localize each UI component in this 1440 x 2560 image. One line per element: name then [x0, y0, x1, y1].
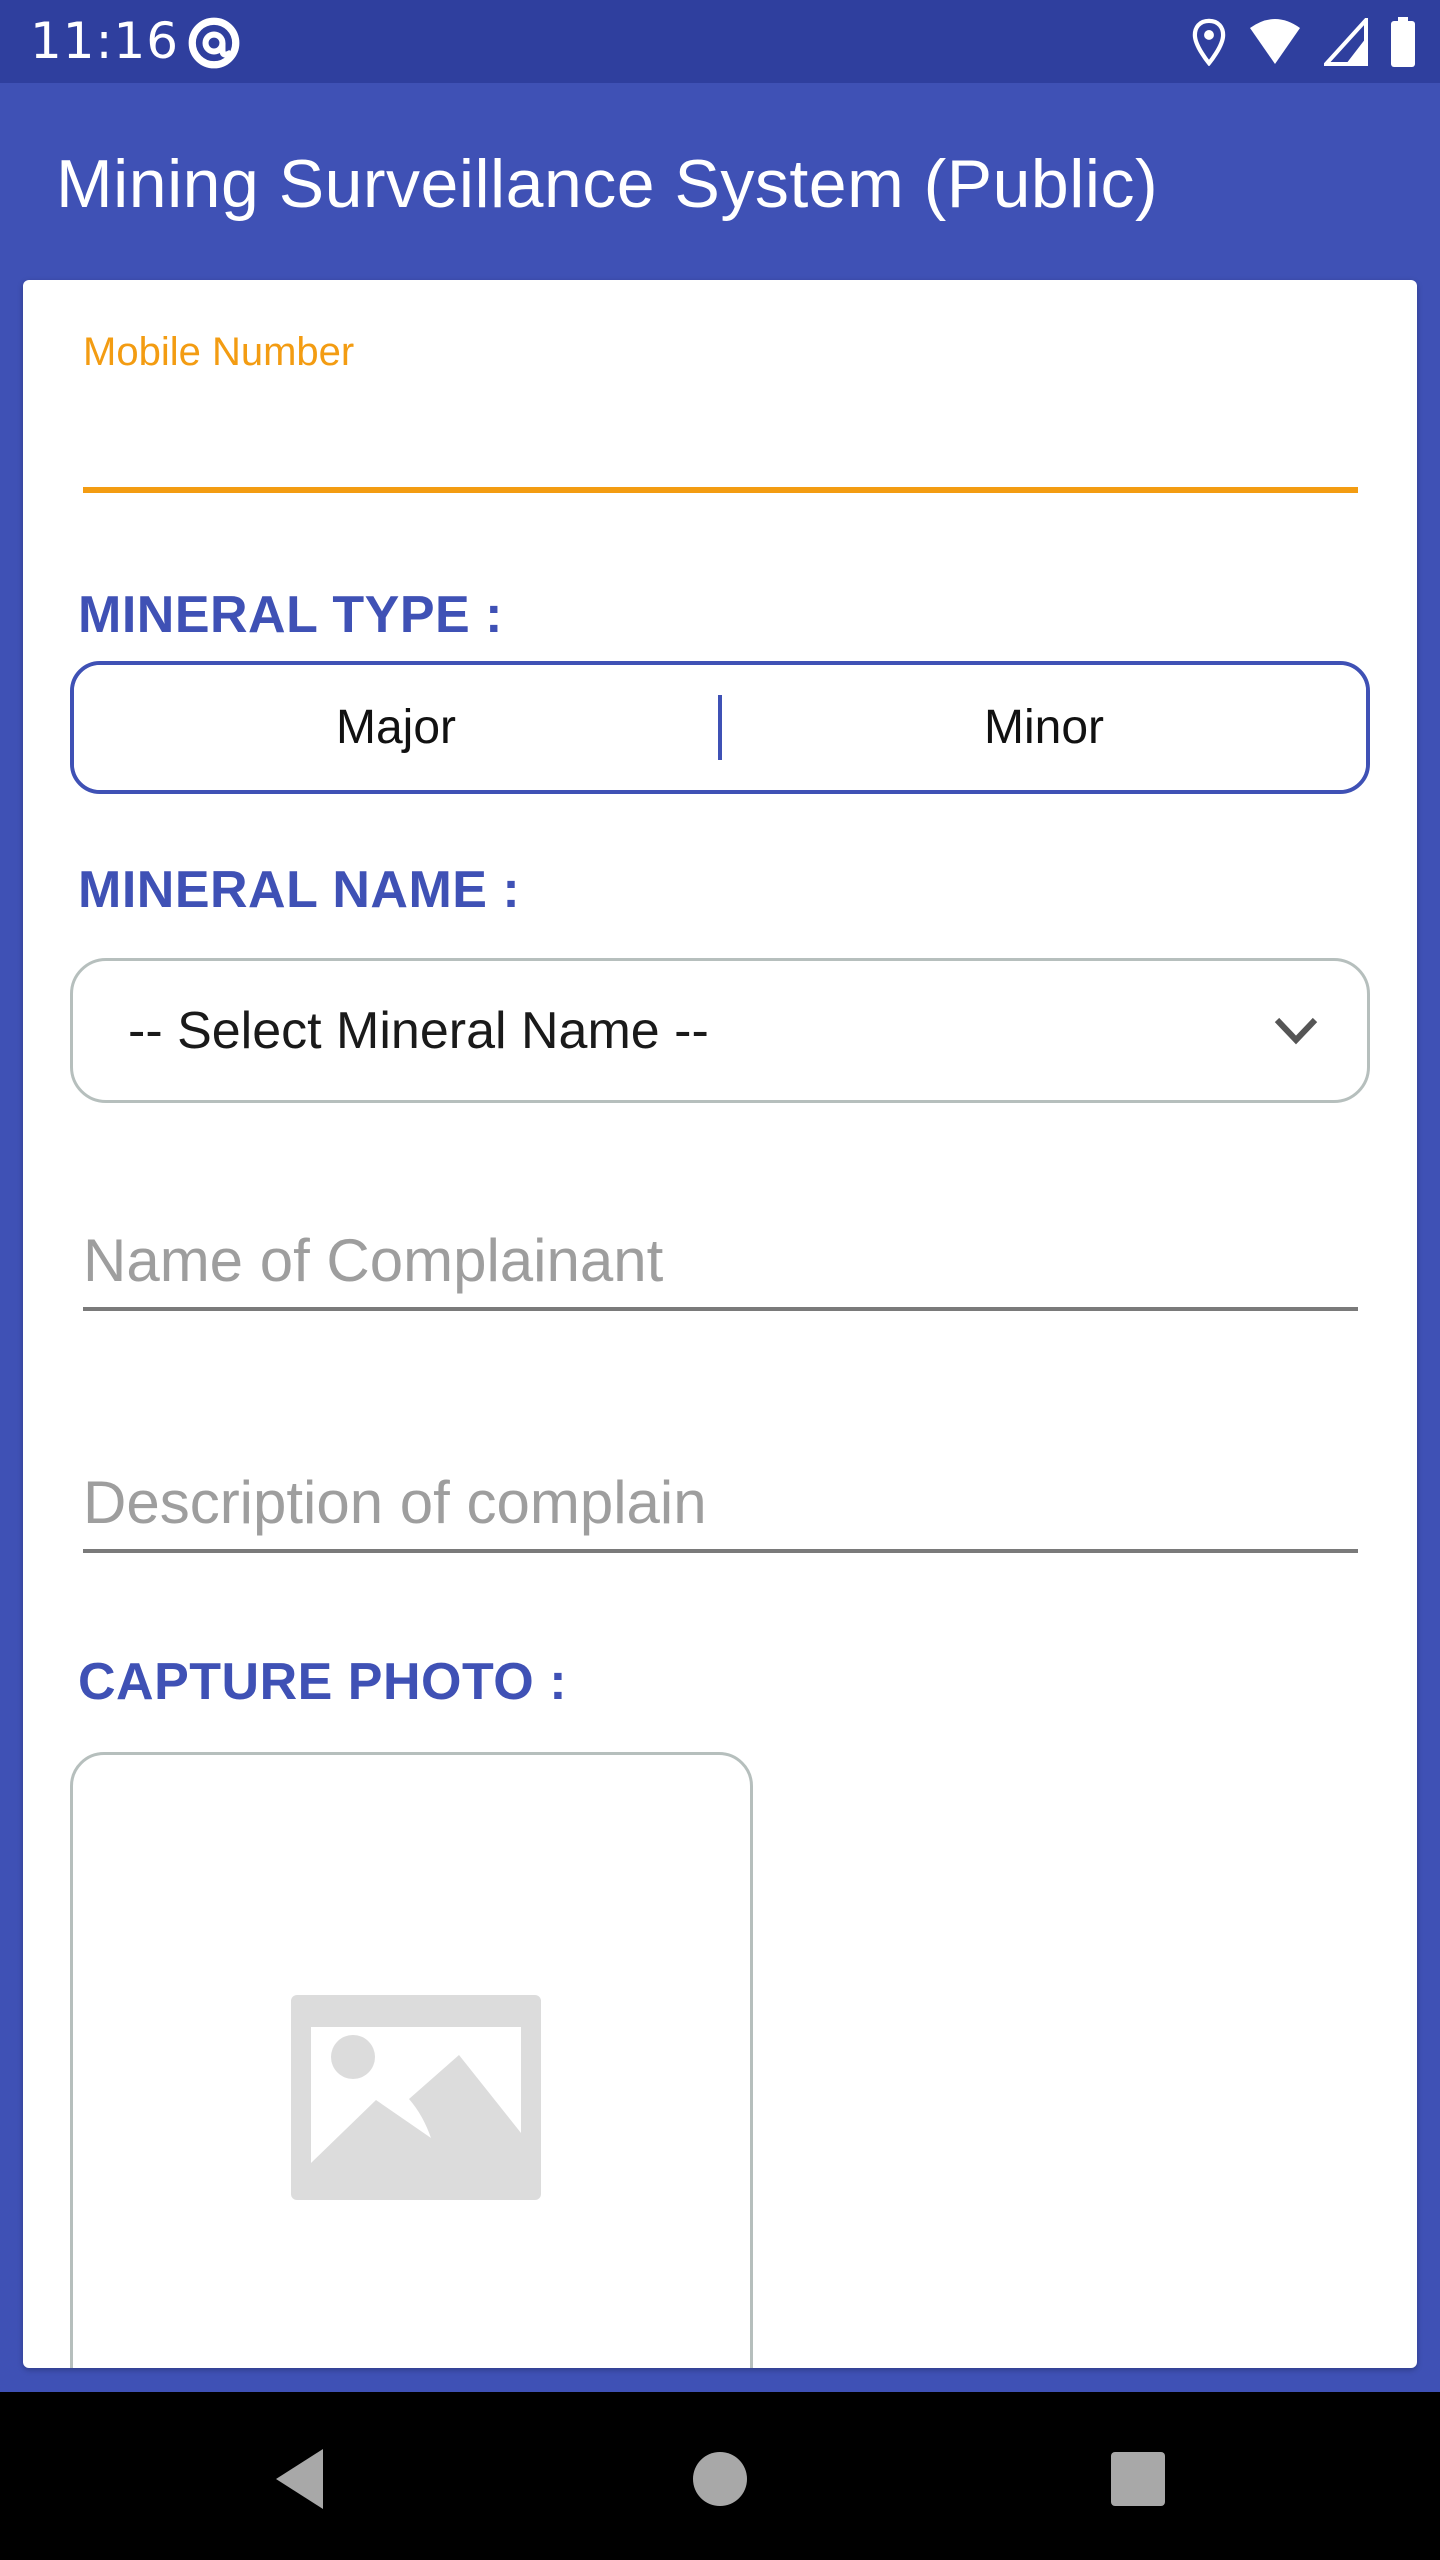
recents-icon[interactable] [1103, 2444, 1173, 2514]
complaint-form-card: Mobile Number MINERAL TYPE : Major Minor… [23, 280, 1417, 2368]
image-placeholder-icon [291, 1995, 541, 2200]
mineral-type-toggle[interactable]: Major Minor [70, 661, 1370, 794]
status-icons [1192, 16, 1416, 68]
capture-photo-button[interactable] [70, 1752, 753, 2368]
description-underline [83, 1549, 1358, 1553]
app-bar: Mining Surveillance System (Public) [0, 83, 1440, 280]
location-icon [1192, 18, 1226, 66]
chevron-down-icon [1274, 1017, 1318, 1044]
mineral-name-selected: -- Select Mineral Name -- [128, 1001, 709, 1060]
signal-icon [1324, 18, 1368, 66]
mineral-type-major[interactable]: Major [74, 665, 718, 790]
mobile-number-input[interactable] [83, 390, 1358, 480]
capture-photo-label: CAPTURE PHOTO : [78, 1653, 568, 1711]
description-input[interactable] [83, 1457, 1358, 1547]
complainant-name-underline [83, 1307, 1358, 1311]
app-title: Mining Surveillance System (Public) [56, 146, 1159, 222]
status-time: 11:16 [30, 12, 180, 70]
complainant-name-field [83, 1215, 1358, 1311]
mineral-type-label: MINERAL TYPE : [78, 586, 503, 644]
wifi-icon [1250, 19, 1300, 64]
status-bar: 11:16 [0, 0, 1440, 83]
mineral-name-dropdown[interactable]: -- Select Mineral Name -- [70, 958, 1370, 1103]
home-icon[interactable] [685, 2444, 755, 2514]
system-nav-bar [0, 2392, 1440, 2560]
mineral-type-minor[interactable]: Minor [722, 665, 1366, 790]
back-icon[interactable] [268, 2444, 338, 2514]
complainant-name-input[interactable] [83, 1215, 1358, 1305]
battery-icon [1391, 17, 1415, 67]
mineral-name-label: MINERAL NAME : [78, 861, 521, 919]
at-sign-icon [188, 17, 240, 69]
mobile-number-label: Mobile Number [83, 330, 355, 374]
description-field [83, 1457, 1358, 1553]
mobile-number-underline [83, 487, 1358, 493]
